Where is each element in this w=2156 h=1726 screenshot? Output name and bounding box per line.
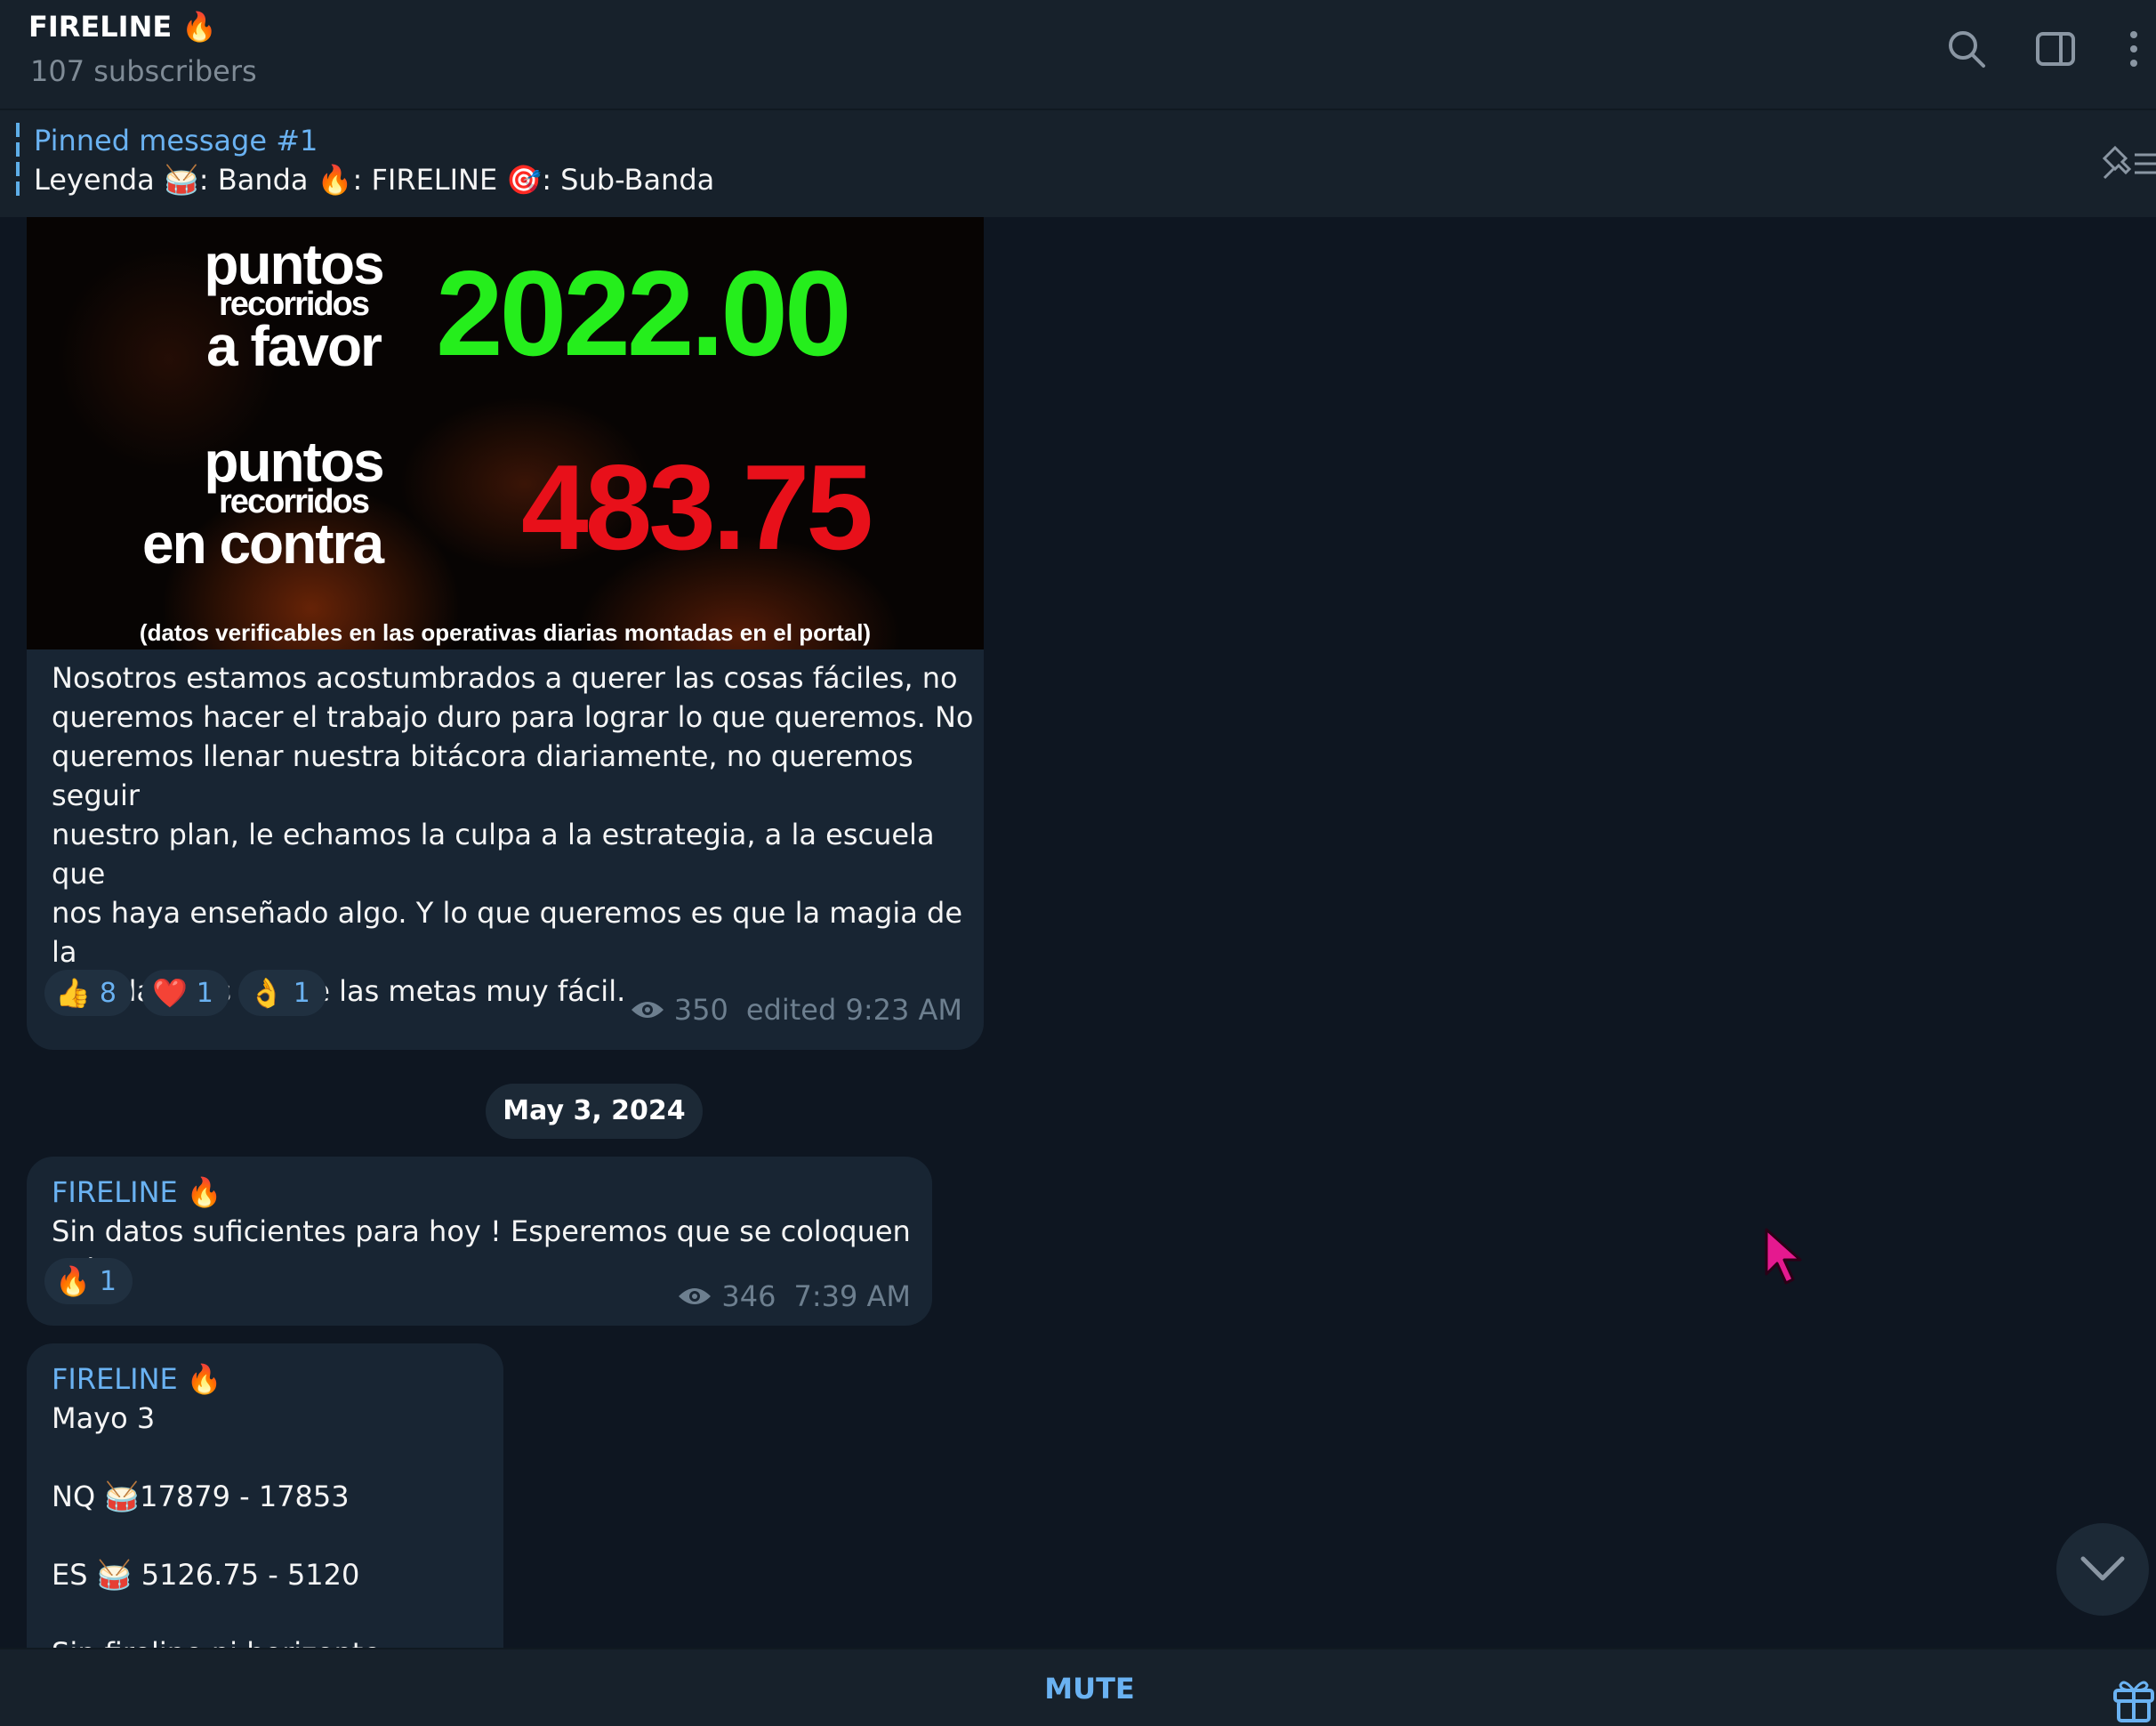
message-bubble[interactable]: FIRELINE 🔥 Sin datos suficientes para ho… xyxy=(27,1157,932,1326)
message-text: Mayo 3 NQ 🥁17879 - 17853 ES 🥁 5126.75 - … xyxy=(52,1401,381,1648)
reaction-fire[interactable]: 🔥 1 xyxy=(44,1258,133,1304)
reaction-count: 1 xyxy=(99,1265,117,1297)
chevron-down-icon xyxy=(2080,1556,2125,1581)
bottom-bar: MUTE xyxy=(0,1648,2156,1726)
more-vertical-icon[interactable] xyxy=(2112,27,2156,71)
photo-label-contra-3: en contra xyxy=(141,512,384,576)
heart-icon: ❤️ xyxy=(151,976,188,1010)
message-list[interactable]: puntos recorridos a favor 2022.00 puntos… xyxy=(0,217,2156,1648)
message-sender[interactable]: FIRELINE 🔥 xyxy=(52,1359,222,1399)
reaction-thumbs-up[interactable]: 👍 8 xyxy=(44,970,133,1016)
message-sender[interactable]: FIRELINE 🔥 xyxy=(52,1173,222,1212)
message-meta: 350 edited 9:23 AM xyxy=(630,993,962,1027)
message-bubble[interactable]: puntos recorridos a favor 2022.00 puntos… xyxy=(27,217,984,1050)
views-eye-icon xyxy=(631,1002,664,1018)
photo-label-contra-1: puntos xyxy=(204,430,384,494)
message-text: Sin datos suficientes para hoy ! Esperem… xyxy=(52,1214,911,1287)
search-icon[interactable] xyxy=(1944,27,1989,71)
subscriber-count: 107 subscribers xyxy=(30,54,257,88)
chat-header: FIRELINE 🔥 107 subscribers xyxy=(0,0,2156,110)
reaction-heart[interactable]: ❤️ 1 xyxy=(141,970,229,1016)
photo-footer: (datos verificables en las operativas di… xyxy=(139,619,872,646)
pinned-title: Pinned message #1 xyxy=(34,124,318,157)
fire-icon: 🔥 xyxy=(55,1264,91,1298)
photo-label-favor-1: puntos xyxy=(204,232,384,296)
channel-title[interactable]: FIRELINE 🔥 xyxy=(28,7,217,46)
message-photo[interactable]: puntos recorridos a favor 2022.00 puntos… xyxy=(27,217,984,649)
mouse-cursor-icon xyxy=(1763,1226,1807,1288)
views-eye-icon xyxy=(679,1288,712,1304)
sidebar-toggle-icon[interactable] xyxy=(2033,27,2078,71)
pinned-text: Leyenda 🥁: Banda 🔥: FIRELINE 🎯: Sub-Band… xyxy=(34,163,715,197)
photo-value-favor: 2022.00 xyxy=(436,246,852,381)
reactions-bar: 👍 8 ❤️ 1 👌 1 xyxy=(44,970,326,1016)
photo-value-contra: 483.75 xyxy=(521,440,873,575)
reactions-bar: 🔥 1 xyxy=(44,1258,133,1304)
gift-icon[interactable] xyxy=(2112,1676,2156,1724)
pinned-indicator xyxy=(16,123,20,201)
message-time: edited 9:23 AM xyxy=(745,993,962,1027)
message-time: 7:39 AM xyxy=(793,1279,911,1313)
message-meta: 346 7:39 AM xyxy=(677,1279,911,1313)
reaction-count: 1 xyxy=(293,977,310,1009)
ok-hand-icon: 👌 xyxy=(248,976,285,1010)
pinned-list-icon[interactable] xyxy=(2099,141,2156,183)
reaction-count: 8 xyxy=(99,977,117,1009)
photo-label-favor-3: a favor xyxy=(206,314,382,378)
thumbs-up-icon: 👍 xyxy=(55,976,91,1010)
reaction-ok-hand[interactable]: 👌 1 xyxy=(237,970,326,1016)
scroll-to-bottom-button[interactable] xyxy=(2056,1523,2149,1616)
mute-button[interactable]: MUTE xyxy=(1014,1664,1165,1714)
views-count: 346 xyxy=(721,1279,776,1313)
date-separator: May 3, 2024 xyxy=(486,1084,703,1139)
reaction-count: 1 xyxy=(196,977,213,1009)
views-count: 350 xyxy=(673,993,728,1027)
pinned-message-bar[interactable]: Pinned message #1 Leyenda 🥁: Banda 🔥: FI… xyxy=(0,110,2156,217)
message-bubble[interactable]: FIRELINE 🔥 Mayo 3 NQ 🥁17879 - 17853 ES 🥁… xyxy=(27,1343,503,1648)
